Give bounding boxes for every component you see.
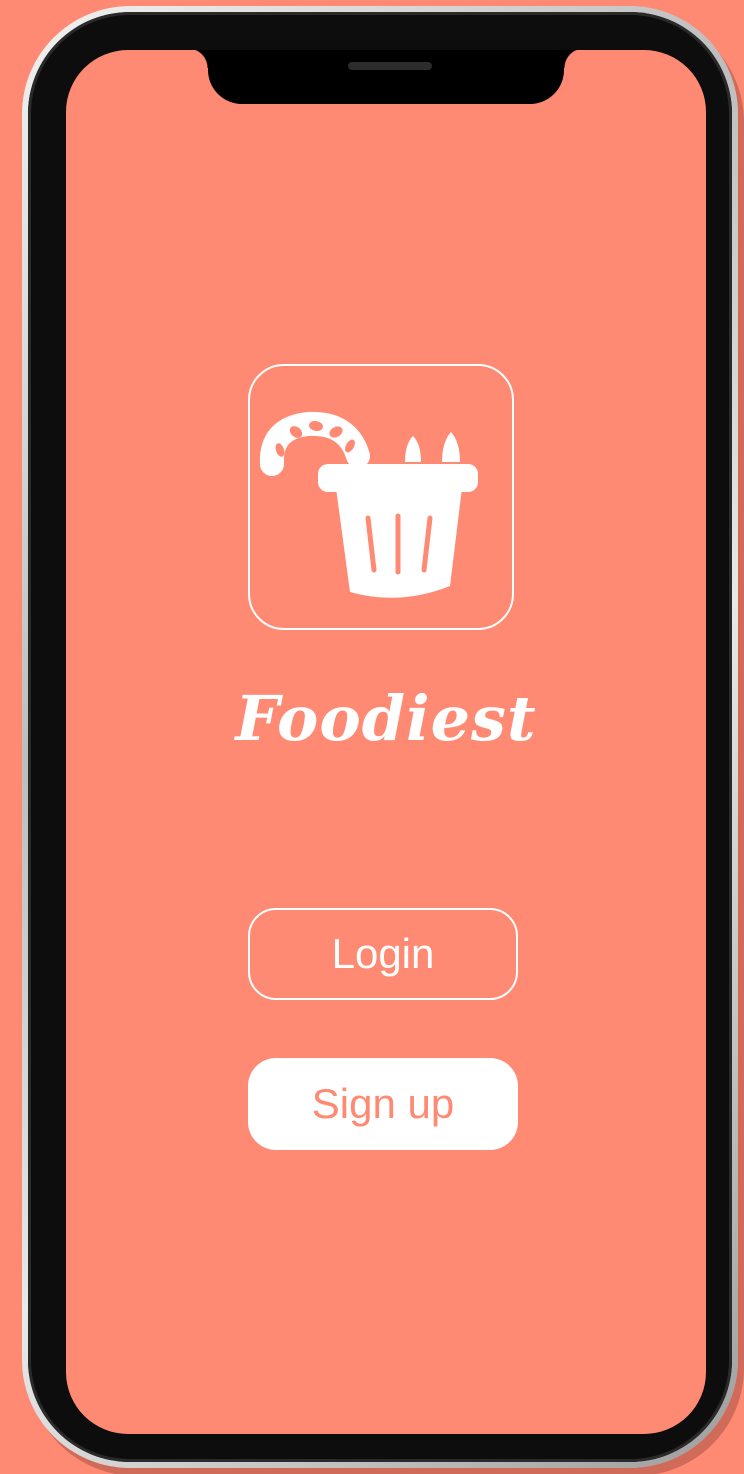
phone-notch xyxy=(188,50,584,104)
app-logo xyxy=(248,364,514,630)
food-bucket-icon xyxy=(259,411,478,598)
signup-button[interactable]: Sign up xyxy=(248,1058,518,1150)
login-button[interactable]: Login xyxy=(248,908,518,1000)
speaker-grille xyxy=(348,62,432,70)
app-screen: Foodiest Login Sign up xyxy=(66,50,706,1434)
app-name: Foodiest xyxy=(235,682,537,755)
phone-frame: Foodiest Login Sign up xyxy=(22,6,738,1468)
